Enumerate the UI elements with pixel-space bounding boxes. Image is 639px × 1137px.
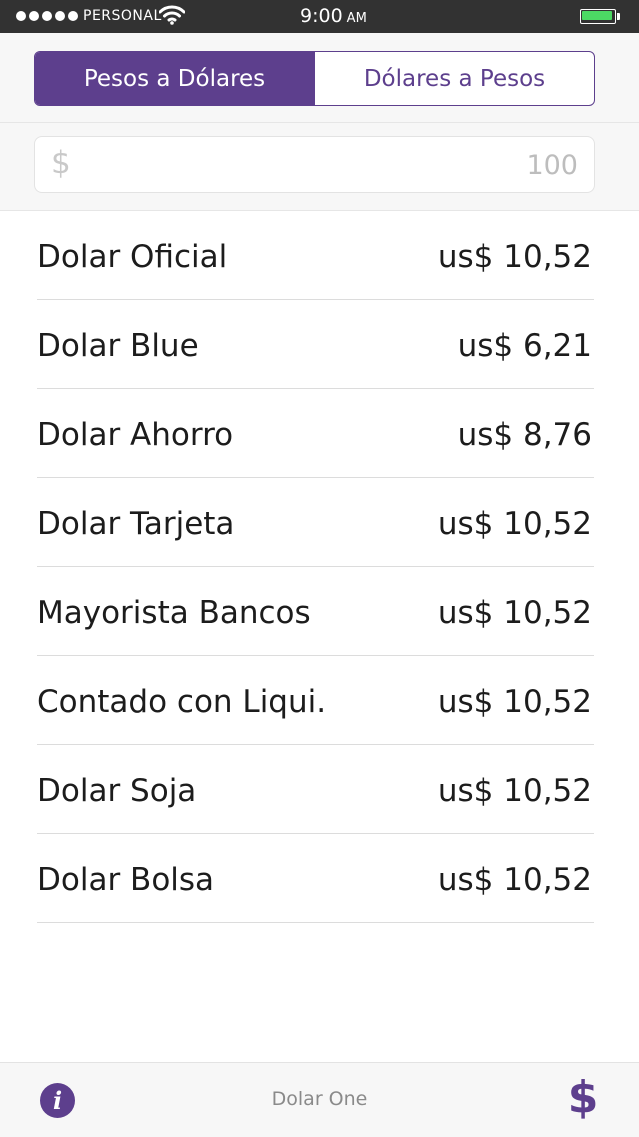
rate-row-dolar-ahorro[interactable]: Dolar Ahorro us$ 8,76 xyxy=(37,389,594,478)
rate-value: us$ 8,76 xyxy=(457,417,592,453)
conversion-direction-control: Pesos a Dólares Dólares a Pesos xyxy=(34,51,595,106)
rate-name: Dolar Bolsa xyxy=(37,862,215,898)
converter-header: Pesos a Dólares Dólares a Pesos $ xyxy=(0,33,639,211)
rate-row-dolar-soja[interactable]: Dolar Soja us$ 10,52 xyxy=(37,745,594,834)
header-divider xyxy=(0,122,639,123)
app-title: Dolar One xyxy=(271,1088,368,1110)
amount-field: $ xyxy=(34,136,595,193)
rate-row-mayorista-bancos[interactable]: Mayorista Bancos us$ 10,52 xyxy=(37,567,594,656)
rate-row-dolar-tarjeta[interactable]: Dolar Tarjeta us$ 10,52 xyxy=(37,478,594,567)
rate-value: us$ 10,52 xyxy=(437,595,592,631)
signal-dots-icon xyxy=(16,11,78,21)
status-bar: PERSONAL 9:00 AM xyxy=(0,0,639,33)
rate-value: us$ 6,21 xyxy=(457,328,592,364)
rate-value: us$ 10,52 xyxy=(437,506,592,542)
rate-value: us$ 10,52 xyxy=(437,239,592,275)
rate-value: us$ 10,52 xyxy=(437,684,592,720)
rate-value: us$ 10,52 xyxy=(437,862,592,898)
rate-name: Dolar Soja xyxy=(37,773,197,809)
rate-row-contado-con-liqui[interactable]: Contado con Liqui. us$ 10,52 xyxy=(37,656,594,745)
rate-row-dolar-bolsa[interactable]: Dolar Bolsa us$ 10,52 xyxy=(37,834,594,923)
rate-name: Dolar Tarjeta xyxy=(37,506,235,542)
rates-list: Dolar Oficial us$ 10,52 Dolar Blue us$ 6… xyxy=(0,211,639,923)
tab-dollars-to-pesos[interactable]: Dólares a Pesos xyxy=(314,52,594,105)
clock-time: 9:00 xyxy=(300,5,343,27)
tab-pesos-to-dollars[interactable]: Pesos a Dólares xyxy=(35,52,314,105)
rate-name: Mayorista Bancos xyxy=(37,595,311,631)
amount-input[interactable] xyxy=(116,147,580,183)
rate-name: Contado con Liqui. xyxy=(37,684,327,720)
rate-name: Dolar Oficial xyxy=(37,239,228,275)
battery-icon xyxy=(580,9,620,24)
carrier-name: PERSONAL xyxy=(83,8,162,24)
bottom-toolbar: i Dolar One $ xyxy=(0,1062,639,1137)
rate-value: us$ 10,52 xyxy=(437,773,592,809)
dollar-icon[interactable]: $ xyxy=(566,1072,600,1124)
rate-name: Dolar Ahorro xyxy=(37,417,234,453)
rate-row-dolar-blue[interactable]: Dolar Blue us$ 6,21 xyxy=(37,300,594,389)
rate-row-dolar-oficial[interactable]: Dolar Oficial us$ 10,52 xyxy=(37,211,594,300)
currency-symbol: $ xyxy=(51,145,71,181)
clock-ampm: AM xyxy=(346,11,367,26)
status-clock: 9:00 AM xyxy=(300,5,367,27)
rate-name: Dolar Blue xyxy=(37,328,199,364)
wifi-icon xyxy=(158,5,186,29)
